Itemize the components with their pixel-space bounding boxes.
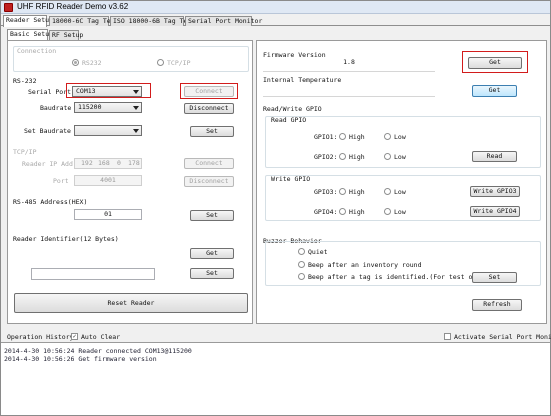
- gpio3-low-label: Low: [394, 188, 406, 196]
- tab-serial-monitor[interactable]: Serial Port Monitor: [185, 16, 262, 26]
- app-icon: [4, 3, 13, 12]
- buzzer-set-button[interactable]: Set: [472, 272, 517, 283]
- baudrate-select[interactable]: 115200: [74, 102, 142, 113]
- tab-iso-18000-6b[interactable]: ISO 18000-6B Tag Test: [110, 16, 195, 26]
- auto-clear-checkbox[interactable]: ✓: [71, 333, 78, 340]
- gpio4-label: GPIO4:: [314, 208, 338, 216]
- tcp-disconnect-button[interactable]: Disconnect: [184, 176, 234, 187]
- buzzer-quiet-label: Quiet: [308, 248, 328, 256]
- ip-octet-3: 0: [117, 159, 121, 167]
- gpio2-high-label: High: [349, 153, 365, 161]
- ip-octet-1: 192: [81, 159, 93, 167]
- highlight-firmware-get: [462, 51, 528, 73]
- tcpip-radio[interactable]: [157, 59, 164, 66]
- gpio1-low-radio[interactable]: [384, 133, 391, 140]
- highlight-connect: [180, 83, 238, 99]
- gpio2-high-radio[interactable]: [339, 153, 346, 160]
- connection-label: Connection: [17, 47, 57, 55]
- refresh-button[interactable]: Refresh: [472, 299, 522, 311]
- main-tab-bar: Reader Setup 18000-6C Tag Test ISO 18000…: [1, 15, 550, 27]
- rs232-header: RS-232: [13, 77, 37, 85]
- port-field[interactable]: 4001: [74, 175, 142, 186]
- disconnect-button[interactable]: Disconnect: [184, 103, 234, 114]
- left-panel: Connection RS232 TCP/IP RS-232 Serial Po…: [7, 40, 253, 324]
- rs485-label: RS-485 Address(HEX): [13, 198, 88, 206]
- buzzer-tag-label: Beep after a tag is identified.(For test…: [308, 273, 489, 281]
- rs232-radio-label: RS232: [82, 59, 102, 67]
- auto-clear-label: Auto Clear: [81, 333, 121, 341]
- buzzer-quiet-radio[interactable]: [298, 248, 305, 255]
- reader-id-label: Reader Identifier(12 Bytes): [13, 235, 119, 243]
- port-label: Port: [53, 177, 69, 185]
- log-line: 2014-4-30 10:56:24 Reader connected COM1…: [4, 347, 192, 355]
- gpio1-low-label: Low: [394, 133, 406, 141]
- rs232-radio[interactable]: [72, 59, 79, 66]
- firmware-separator: [263, 71, 435, 72]
- chevron-down-icon: [133, 106, 139, 110]
- reader-ip-label: Reader IP Add: [22, 160, 73, 168]
- activate-monitor-label: Activate Serial Port Monitor: [454, 333, 551, 341]
- gpio1-high-label: High: [349, 133, 365, 141]
- gpio2-low-radio[interactable]: [384, 153, 391, 160]
- reader-id-field[interactable]: [31, 268, 155, 280]
- gpio3-high-label: High: [349, 188, 365, 196]
- temperature-separator: [263, 96, 435, 97]
- gpio1-high-radio[interactable]: [339, 133, 346, 140]
- tcpip-header: TCP/IP: [13, 148, 37, 156]
- buzzer-round-radio[interactable]: [298, 261, 305, 268]
- rs485-address-field[interactable]: 01: [74, 209, 142, 220]
- tab-18000-6c[interactable]: 18000-6C Tag Test: [49, 16, 119, 26]
- gpio2-low-label: Low: [394, 153, 406, 161]
- set-baudrate-button[interactable]: Set: [190, 126, 234, 137]
- ip-address-field[interactable]: 192 168 0 178: [74, 158, 142, 169]
- tab-reader-setup[interactable]: Reader Setup: [3, 15, 53, 27]
- subtab-rf-setup[interactable]: RF Setup: [49, 30, 83, 40]
- ip-octet-2: 168: [98, 159, 110, 167]
- subtab-basic-setup[interactable]: Basic Setup: [7, 29, 53, 40]
- reset-reader-button[interactable]: Reset Reader: [14, 293, 248, 313]
- reader-id-get-button[interactable]: Get: [190, 248, 234, 259]
- set-baudrate-select[interactable]: [74, 125, 142, 136]
- set-baudrate-label: Set Baudrate: [24, 127, 71, 135]
- title-bar: UHF RFID Reader Demo v3.62: [1, 1, 550, 14]
- reader-id-set-button[interactable]: Set: [190, 268, 234, 279]
- gpio4-high-radio[interactable]: [339, 208, 346, 215]
- activate-monitor-checkbox[interactable]: [444, 333, 451, 340]
- gpio4-low-radio[interactable]: [384, 208, 391, 215]
- baudrate-label: Baudrate: [40, 104, 72, 112]
- rs485-set-button[interactable]: Set: [190, 210, 234, 221]
- gpio4-high-label: High: [349, 208, 365, 216]
- app-window: UHF RFID Reader Demo v3.62 Reader Setup …: [0, 0, 551, 416]
- operation-history-log[interactable]: 2014-4-30 10:56:24 Reader connected COM1…: [1, 342, 550, 415]
- baudrate-value: 115200: [78, 103, 102, 111]
- write-gpio3-button[interactable]: Write GPIO3: [470, 186, 520, 197]
- read-gpio-label: Read GPIO: [271, 116, 307, 124]
- gpio2-label: GPIO2:: [314, 153, 338, 161]
- tcp-connect-button[interactable]: Connect: [184, 158, 234, 169]
- ip-octet-4: 178: [128, 159, 140, 167]
- temperature-get-button[interactable]: Get: [472, 85, 517, 97]
- history-label: Operation History:: [7, 333, 78, 341]
- write-gpio4-button[interactable]: Write GPIO4: [470, 206, 520, 217]
- gpio1-label: GPIO1:: [314, 133, 338, 141]
- gpio3-high-radio[interactable]: [339, 188, 346, 195]
- buzzer-round-label: Beep after an inventory round: [308, 261, 422, 269]
- serial-port-label: Serial Port: [28, 88, 72, 96]
- gpio-header: Read/Write GPIO: [263, 105, 322, 113]
- log-line: 2014-4-30 10:56:26 Get firmware version: [4, 355, 157, 363]
- buzzer-tag-radio[interactable]: [298, 273, 305, 280]
- firmware-value: 1.8: [343, 58, 355, 66]
- window-title: UHF RFID Reader Demo v3.62: [17, 2, 129, 11]
- gpio3-label: GPIO3:: [314, 188, 338, 196]
- right-panel: Firmware Version 1.8 Get Internal Temper…: [256, 40, 547, 324]
- tcpip-radio-label: TCP/IP: [167, 59, 191, 67]
- gpio4-low-label: Low: [394, 208, 406, 216]
- temperature-label: Internal Temperature: [263, 76, 342, 84]
- write-gpio-label: Write GPIO: [271, 175, 311, 183]
- chevron-down-icon: [133, 129, 139, 133]
- highlight-serial-port: [66, 83, 151, 98]
- gpio3-low-radio[interactable]: [384, 188, 391, 195]
- gpio-read-button[interactable]: Read: [472, 151, 517, 162]
